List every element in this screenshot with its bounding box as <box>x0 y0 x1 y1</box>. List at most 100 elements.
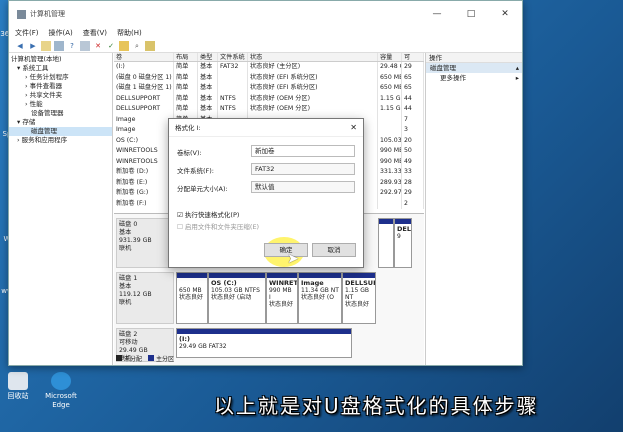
properties-icon[interactable] <box>80 40 90 51</box>
refresh-icon[interactable] <box>145 40 155 51</box>
tree-item-device-manager[interactable]: 设备管理器 <box>9 109 112 118</box>
disk-0-partition-small[interactable] <box>378 218 394 268</box>
tree-item-disk-management[interactable]: 磁盘管理 <box>9 127 112 136</box>
maximize-button[interactable]: □ <box>454 9 488 19</box>
disk-1-partition-efi[interactable]: 650 MB 状态良好 <box>176 272 208 324</box>
table-row[interactable]: (I:)简单基本FAT32状态良好 (主分区)29.48 GB29 <box>114 62 424 73</box>
table-cell: 状态良好 (OEM 分区) <box>248 93 378 104</box>
filesystem-select[interactable]: FAT32 <box>251 163 355 175</box>
table-cell: 650 MB <box>378 72 402 83</box>
table-cell: 105.03 GB <box>378 135 402 146</box>
filesystem-caption: 文件系统(F): <box>177 167 215 175</box>
quick-format-checkbox[interactable]: ☑ 执行快速格式化(P) <box>177 209 239 219</box>
recycle-bin-shortcut[interactable]: 回收站 <box>0 372 36 401</box>
disk-0-partition[interactable]: DELI 9 <box>394 218 412 268</box>
col-filesystem[interactable]: 文件系统 <box>218 53 248 61</box>
col-layout[interactable]: 布局 <box>174 53 198 61</box>
table-cell: 44 <box>402 93 424 104</box>
disk-status: 联机 <box>119 245 132 252</box>
table-cell: 50 <box>402 146 424 157</box>
disk-1-partition-os[interactable]: OS (C:) 105.03 GB NTFS 状态良好 (启动 <box>208 272 266 324</box>
table-row[interactable]: (磁盘 0 磁盘分区 1) 简单 基本 状态良好 (EFI 系统分区) 650 MB 65 <box>114 72 424 83</box>
tree-item-storage[interactable]: ▾ 存储 <box>9 118 112 127</box>
actions-header: 操作 <box>426 53 522 63</box>
table-cell: 基本 <box>198 104 218 115</box>
ok-button[interactable]: 确定 <box>264 243 308 257</box>
table-cell: 新加卷 (E:) <box>114 177 174 188</box>
table-cell: 292.97 GB <box>378 188 402 199</box>
disk-2-partition[interactable]: (I:) 29.49 GB FAT32 <box>176 328 352 358</box>
table-cell: 33 <box>402 167 424 178</box>
tree-item-services-apps[interactable]: › 服务和应用程序 <box>9 136 112 145</box>
folder-icon[interactable] <box>119 40 129 51</box>
table-cell: WINRETOOLS <box>114 146 174 157</box>
col-type[interactable]: 类型 <box>198 53 218 61</box>
table-cell <box>218 83 248 94</box>
compression-checkbox[interactable]: ☐ 启用文件和文件夹压缩(E) <box>177 221 259 231</box>
table-cell: 简单 <box>174 62 198 73</box>
menu-view[interactable]: 查看(V) <box>83 28 107 38</box>
console-tree-icon[interactable] <box>54 40 64 51</box>
menu-bar: 文件(F) 操作(A) 查看(V) 帮助(H) <box>9 27 522 39</box>
table-cell: (I:) <box>114 62 174 73</box>
disk-0-label[interactable]: 磁盘 0 基本 931.39 GB 联机 <box>116 218 174 268</box>
menu-action[interactable]: 操作(A) <box>49 28 73 38</box>
tree-item-system-tools[interactable]: ▾ 系统工具 <box>9 64 112 73</box>
table-cell: OS (C:) <box>114 135 174 146</box>
menu-file[interactable]: 文件(F) <box>15 28 39 38</box>
table-cell: 简单 <box>174 83 198 94</box>
disk-1-partition-winre[interactable]: WINRET 990 MB I 状态良好 <box>266 272 298 324</box>
allocation-caption: 分配单元大小(A): <box>177 185 228 193</box>
tree-item-task-scheduler[interactable]: › 任务计划程序 <box>9 73 112 82</box>
table-cell: 29 <box>402 188 424 199</box>
col-volume[interactable]: 卷 <box>114 53 174 61</box>
up-icon[interactable] <box>41 40 51 51</box>
recycle-bin-label: 回收站 <box>7 392 29 400</box>
table-cell: 状态良好 (主分区) <box>248 62 378 73</box>
table-cell: 简单 <box>174 104 198 115</box>
close-button[interactable]: ✕ <box>488 9 522 19</box>
table-cell: 1.15 GB <box>378 93 402 104</box>
forward-icon[interactable]: ▶ <box>28 41 38 51</box>
tree-item-root[interactable]: 计算机管理(本地) <box>9 55 112 64</box>
table-cell: 65 <box>402 83 424 94</box>
disk-name: 磁盘 2 <box>119 331 138 338</box>
menu-help[interactable]: 帮助(H) <box>117 28 142 38</box>
table-row[interactable]: (磁盘 1 磁盘分区 1) 简单 基本 状态良好 (EFI 系统分区) 650 MB 65 <box>114 83 424 94</box>
table-row[interactable]: DELLSUPPORT简单基本NTFS状态良好 (OEM 分区)1.15 GB4… <box>114 93 424 104</box>
disk-1-partition-dellsupport[interactable]: DELLSUF 1.15 GB NT 状态良好 <box>342 272 376 324</box>
tree-item-shared-folders[interactable]: › 共享文件夹 <box>9 91 112 100</box>
check-icon[interactable]: ✓ <box>106 41 116 51</box>
edge-shortcut[interactable]: Microsoft Edge <box>40 372 82 410</box>
dialog-title: 格式化 I: <box>169 119 363 137</box>
actions-section-disk-management[interactable]: 磁盘管理 ▴ <box>426 63 522 73</box>
table-cell: 20 <box>402 135 424 146</box>
tree-item-performance[interactable]: › 性能 <box>9 100 112 109</box>
table-row[interactable]: DELLSUPPORT简单基本NTFS状态良好 (OEM 分区)1.15 GB4… <box>114 104 424 115</box>
table-cell: 44 <box>402 104 424 115</box>
disk-1-label[interactable]: 磁盘 1 基本 119.12 GB 联机 <box>116 272 174 324</box>
title-bar[interactable]: 计算机管理 — □ ✕ <box>9 1 522 27</box>
cancel-button[interactable]: 取消 <box>312 243 356 257</box>
back-icon[interactable]: ◀ <box>15 41 25 51</box>
minimize-button[interactable]: — <box>420 9 454 19</box>
table-cell: 状态良好 (OEM 分区) <box>248 104 378 115</box>
volume-label-input[interactable]: 新加卷 <box>251 145 355 157</box>
actions-more[interactable]: 更多操作 ▸ <box>426 73 522 83</box>
legend: 未分配 主分区 <box>116 354 174 363</box>
help-icon[interactable]: ? <box>67 41 77 51</box>
col-status[interactable]: 状态 <box>248 53 378 61</box>
allocation-select[interactable]: 默认值 <box>251 181 355 193</box>
col-free[interactable]: 可 <box>402 53 424 61</box>
delete-icon[interactable]: ✕ <box>93 41 103 51</box>
app-icon <box>17 9 26 19</box>
window-title: 计算机管理 <box>30 10 65 18</box>
search-icon[interactable]: ⌕ <box>132 41 142 51</box>
tree-item-event-viewer[interactable]: › 事件查看器 <box>9 82 112 91</box>
table-cell: 状态良好 (EFI 系统分区) <box>248 83 378 94</box>
disk-size: 931.39 GB <box>119 237 152 244</box>
col-capacity[interactable]: 容量 <box>378 53 402 61</box>
dialog-close-icon[interactable]: ✕ <box>350 123 357 132</box>
mouse-cursor-icon: ➤ <box>287 251 299 267</box>
disk-1-partition-image[interactable]: Image 11.34 GB NT 状态良好 (O <box>298 272 342 324</box>
